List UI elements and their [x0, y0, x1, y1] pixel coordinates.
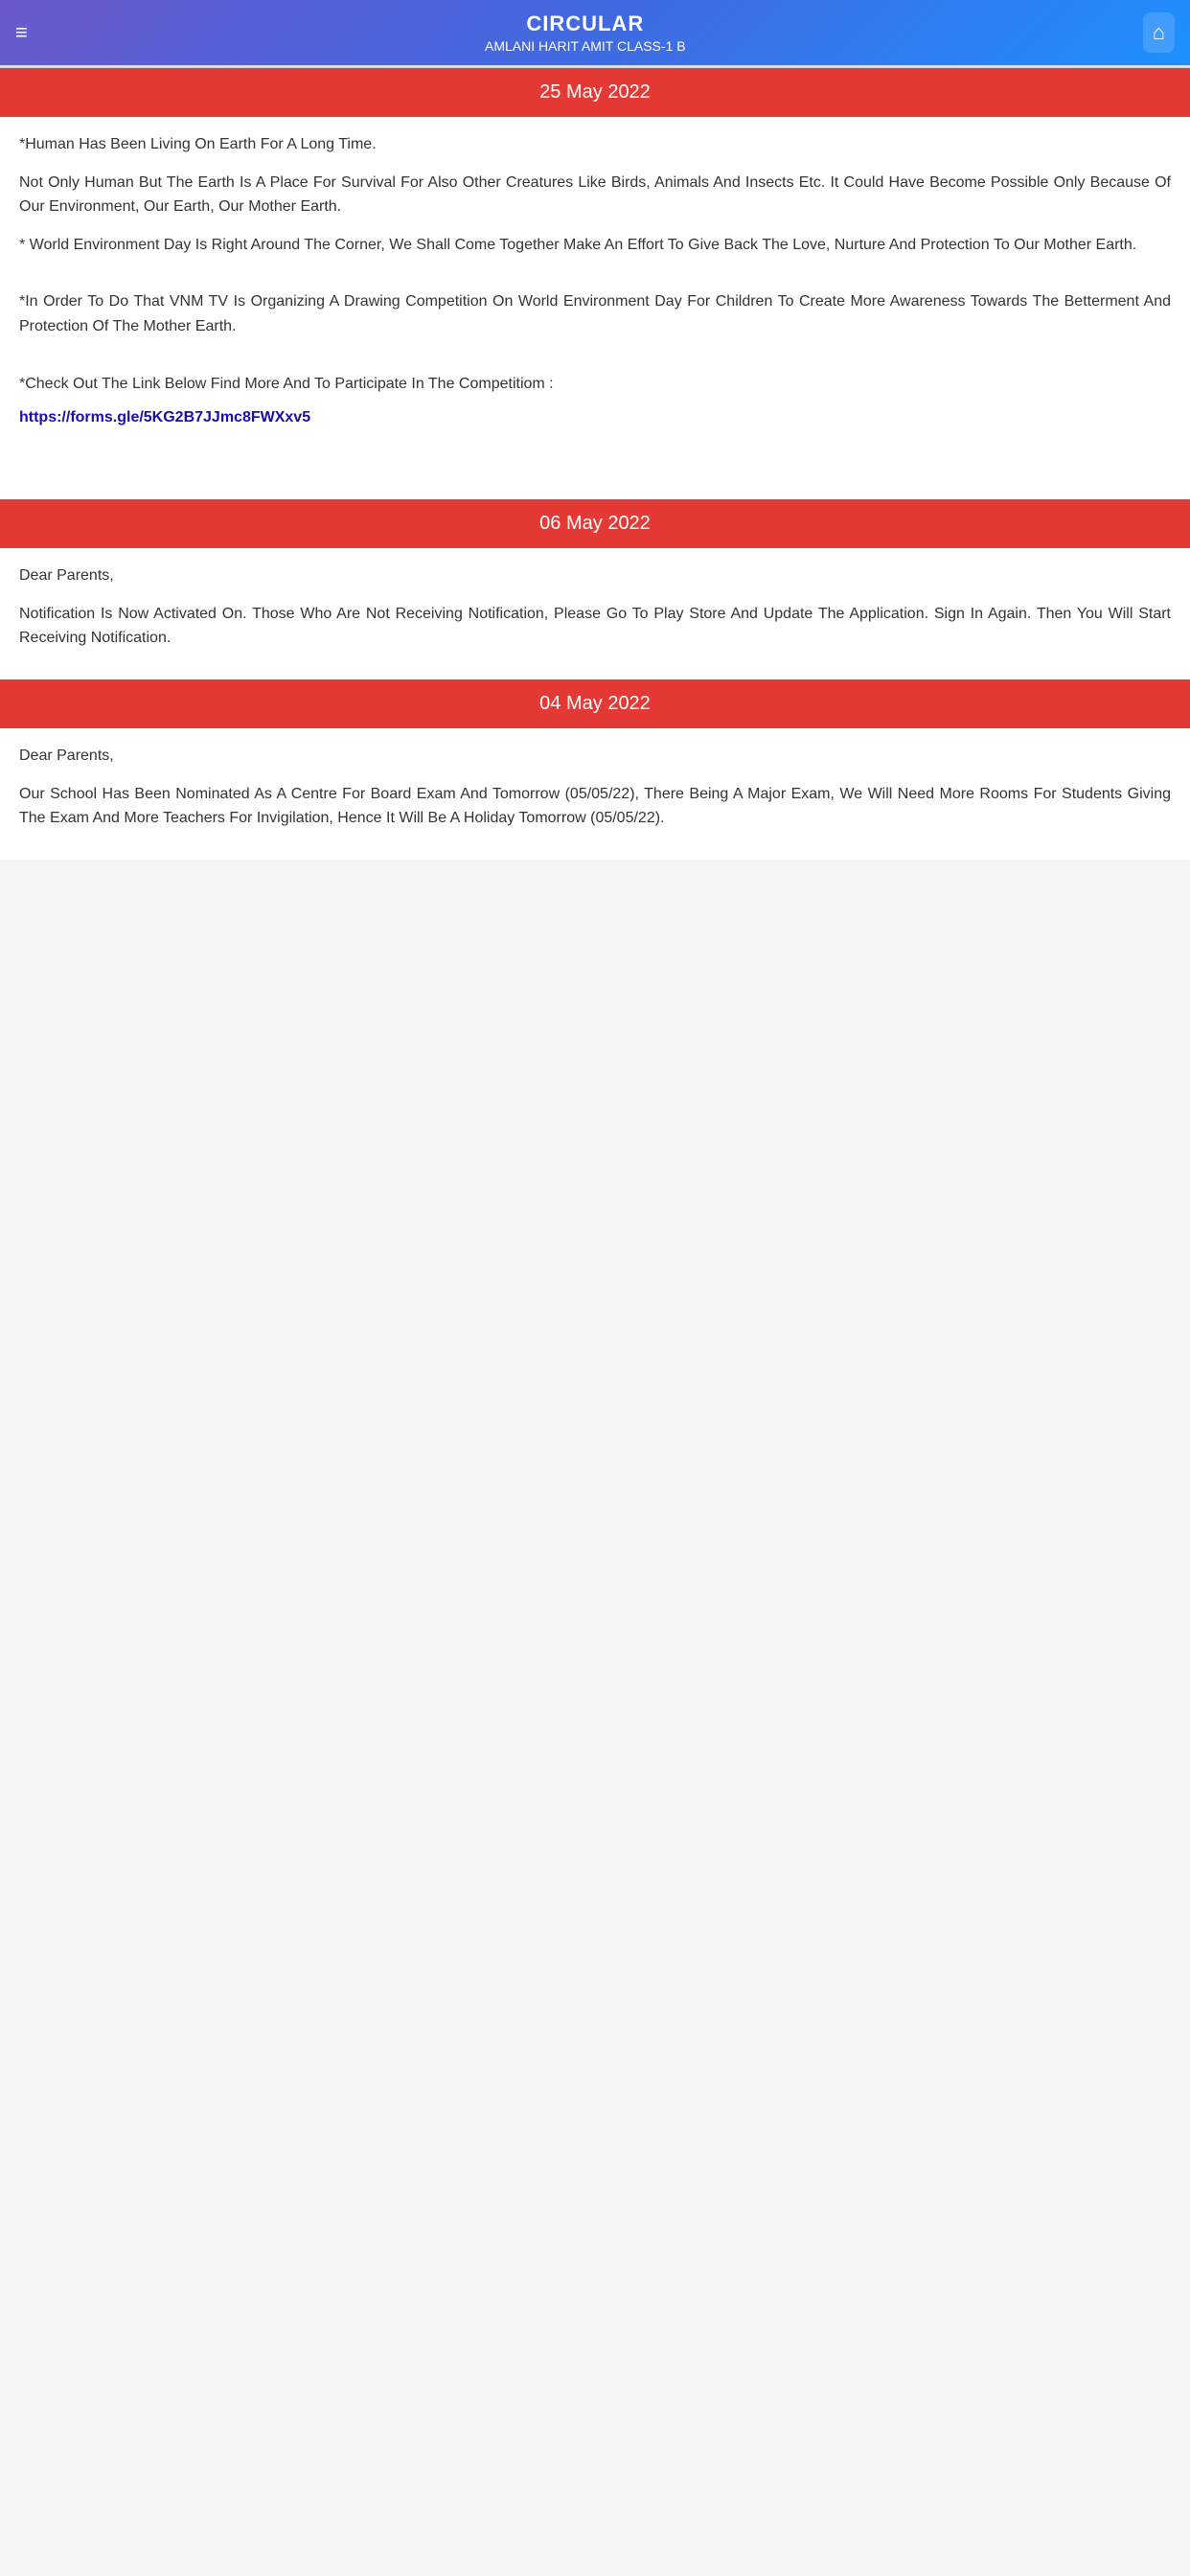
home-icon: ⌂: [1153, 20, 1165, 45]
section-spacer-1: [0, 442, 1190, 499]
section-1-content: *Human Has Been Living On Earth For A Lo…: [0, 117, 1190, 442]
section-3-content: Dear Parents, Our School Has Been Nomina…: [0, 728, 1190, 860]
section-1-para-2: * World Environment Day Is Right Around …: [19, 233, 1171, 258]
section-1-para-4: *Check Out The Link Below Find More And …: [19, 372, 1171, 397]
menu-icon[interactable]: ≡: [15, 22, 28, 43]
app-header: ≡ CIRCULAR AMLANI HARIT AMIT CLASS-1 B ⌂: [0, 0, 1190, 65]
section-3-para-0: Dear Parents,: [19, 744, 1171, 769]
section-2-para-1: Notification Is Now Activated On. Those …: [19, 602, 1171, 651]
date-header-1: 25 May 2022: [0, 68, 1190, 117]
spacer-2: [19, 353, 1171, 372]
date-header-2: 06 May 2022: [0, 499, 1190, 548]
circular-link-1[interactable]: https://forms.gle/5KG2B7JJmc8FWXxv5: [19, 409, 310, 426]
content-area: 25 May 2022 *Human Has Been Living On Ea…: [0, 68, 1190, 860]
date-header-3: 04 May 2022: [0, 679, 1190, 728]
section-1-para-3: *In Order To Do That VNM TV Is Organizin…: [19, 289, 1171, 338]
section-1-para-1: Not Only Human But The Earth Is A Place …: [19, 171, 1171, 219]
home-button[interactable]: ⌂: [1143, 12, 1175, 53]
header-center: CIRCULAR AMLANI HARIT AMIT CLASS-1 B: [28, 12, 1143, 54]
section-2-content: Dear Parents, Notification Is Now Activa…: [0, 548, 1190, 679]
section-3-para-1: Our School Has Been Nominated As A Centr…: [19, 782, 1171, 831]
section-2-para-0: Dear Parents,: [19, 564, 1171, 588]
section-1-para-0: *Human Has Been Living On Earth For A Lo…: [19, 132, 1171, 157]
spacer-1: [19, 270, 1171, 289]
app-title: CIRCULAR: [28, 12, 1143, 36]
app-subtitle: AMLANI HARIT AMIT CLASS-1 B: [28, 38, 1143, 54]
